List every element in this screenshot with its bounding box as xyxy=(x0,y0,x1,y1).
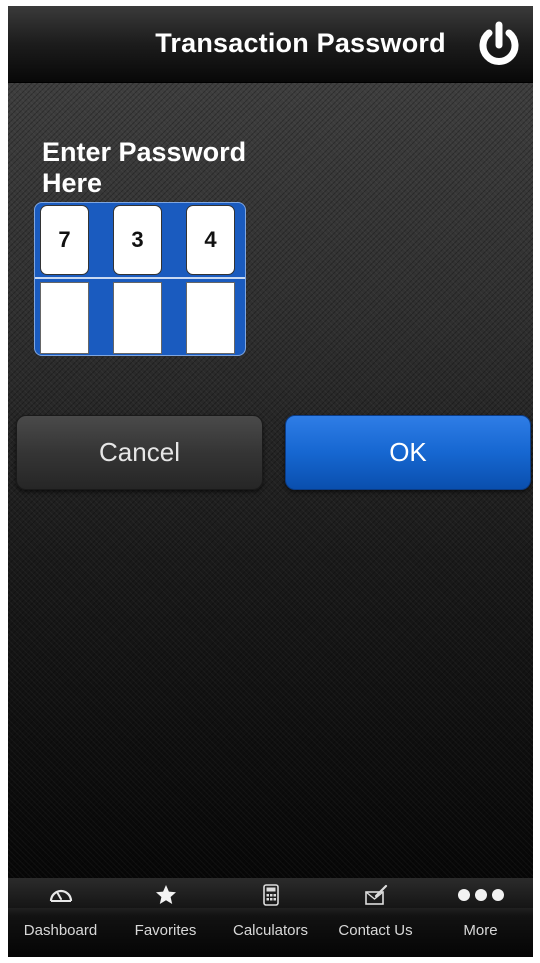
tab-label: Dashboard xyxy=(23,922,98,939)
tab-label: More xyxy=(463,922,498,939)
tab-favorites[interactable]: Favorites xyxy=(113,878,218,957)
password-cell-4[interactable] xyxy=(40,282,89,354)
app-screen: Transaction Password Enter Password Here… xyxy=(8,6,533,957)
tab-highlight xyxy=(113,908,218,916)
tab-label: Calculators xyxy=(232,922,309,939)
star-icon xyxy=(113,882,218,908)
page-title: Transaction Password xyxy=(155,28,446,58)
password-cell-5[interactable] xyxy=(113,282,162,354)
nav-bar: Transaction Password xyxy=(8,6,533,83)
tab-calculators[interactable]: Calculators xyxy=(218,878,323,957)
tab-more[interactable]: More xyxy=(428,878,533,957)
cancel-button[interactable]: Cancel xyxy=(16,415,263,490)
calculator-icon xyxy=(218,882,323,908)
tab-highlight xyxy=(218,908,323,916)
tab-label: Contact Us xyxy=(338,922,413,939)
grid-divider xyxy=(35,277,245,279)
tab-highlight xyxy=(428,908,533,916)
password-prompt: Enter Password Here xyxy=(42,137,247,198)
tab-contact-us[interactable]: Contact Us xyxy=(323,878,428,957)
tab-highlight xyxy=(8,908,113,916)
power-icon[interactable] xyxy=(473,19,525,71)
password-digit-1[interactable]: 7 xyxy=(40,205,89,275)
password-digit-3[interactable]: 4 xyxy=(186,205,235,275)
password-cell-6[interactable] xyxy=(186,282,235,354)
tab-label: Favorites xyxy=(134,922,197,939)
more-dots-icon xyxy=(428,882,533,908)
password-entry-grid: 7 3 4 xyxy=(34,202,246,356)
envelope-pencil-icon xyxy=(323,882,428,908)
password-digit-2[interactable]: 3 xyxy=(113,205,162,275)
ok-button[interactable]: OK xyxy=(285,415,531,490)
tab-highlight xyxy=(323,908,428,916)
content-area: Enter Password Here 7 3 4 Cancel OK xyxy=(8,83,533,878)
tab-dashboard[interactable]: Dashboard xyxy=(8,878,113,957)
speedometer-icon xyxy=(8,882,113,908)
tab-bar: Dashboard Favorites Calculators Contact … xyxy=(8,878,533,957)
